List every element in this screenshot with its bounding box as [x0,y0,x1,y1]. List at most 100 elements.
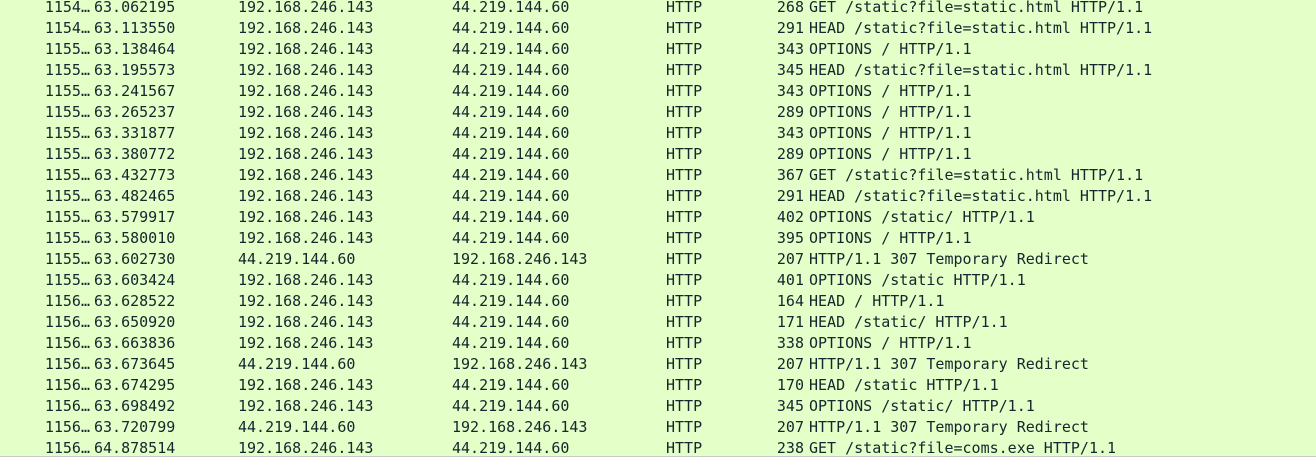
packet-row[interactable]: 1156… 63.663836 192.168.246.143 44.219.144.… [0,333,1316,354]
packet-row[interactable]: 1155… 63.603424 192.168.246.143 44.219.144.… [0,270,1316,291]
packet-row[interactable]: 1154… 63.113550 192.168.246.143 44.219.144.… [0,18,1316,39]
packet-list: 1154… 63.062195 192.168.246.143 44.219.144.… [0,0,1316,460]
packet-source: 192.168.246.143 [238,313,374,331]
packet-number: 1154… [44,0,90,16]
packet-number: 1156… [44,355,90,373]
packet-number: 1156… [44,397,90,415]
packet-row[interactable]: 1155… 63.482465 192.168.246.143 44.219.144.… [0,186,1316,207]
packet-info: GET /static?file=static.html HTTP/1.1 [809,0,1144,16]
packet-protocol: HTTP [666,0,703,16]
packet-length: 402 [776,208,804,226]
packet-source: 192.168.246.143 [238,166,374,184]
packet-info: HEAD /static?file=static.html HTTP/1.1 [809,19,1153,37]
packet-source: 44.219.144.60 [238,250,356,268]
packet-source: 192.168.246.143 [238,397,374,415]
packet-number: 1155… [44,250,90,268]
packet-number: 1155… [44,166,90,184]
packet-number: 1155… [44,145,90,163]
packet-row[interactable]: 1155… 63.331877 192.168.246.143 44.219.144.… [0,123,1316,144]
packet-protocol: HTTP [666,418,703,436]
packet-length: 343 [776,40,804,58]
packet-time: 63.673645 [94,355,176,373]
packet-row[interactable]: 1155… 63.432773 192.168.246.143 44.219.144.… [0,165,1316,186]
packet-number: 1155… [44,82,90,100]
packet-info: HEAD / HTTP/1.1 [809,292,945,310]
packet-row[interactable]: 1155… 63.602730 44.219.144.60 192.168.246.1… [0,249,1316,270]
packet-destination: 192.168.246.143 [452,418,588,436]
packet-info: OPTIONS / HTTP/1.1 [809,145,972,163]
packet-length: 343 [776,124,804,142]
packet-info: OPTIONS / HTTP/1.1 [809,229,972,247]
packet-row[interactable]: 1156… 63.720799 44.219.144.60 192.168.246.1… [0,417,1316,438]
packet-source: 192.168.246.143 [238,334,374,352]
packet-time: 63.650920 [94,313,176,331]
packet-length: 164 [776,292,804,310]
packet-destination: 44.219.144.60 [452,19,570,37]
packet-info: OPTIONS /static/ HTTP/1.1 [809,208,1035,226]
packet-row[interactable]: 1155… 63.380772 192.168.246.143 44.219.144.… [0,144,1316,165]
packet-destination: 44.219.144.60 [452,229,570,247]
packet-info: HTTP/1.1 307 Temporary Redirect [809,355,1089,373]
packet-length: 291 [776,19,804,37]
packet-info: OPTIONS /static HTTP/1.1 [809,271,1026,289]
packet-time: 63.113550 [94,19,176,37]
packet-row[interactable]: 1156… 63.673645 44.219.144.60 192.168.246.1… [0,354,1316,375]
packet-row[interactable]: 1155… 63.195573 192.168.246.143 44.219.144.… [0,60,1316,81]
packet-length: 289 [776,103,804,121]
packet-time: 63.720799 [94,418,176,436]
packet-time: 63.195573 [94,61,176,79]
packet-row[interactable]: 1156… 63.674295 192.168.246.143 44.219.144.… [0,375,1316,396]
packet-row[interactable]: 1155… 63.138464 192.168.246.143 44.219.144.… [0,39,1316,60]
packet-length: 207 [776,418,804,436]
packet-info: OPTIONS / HTTP/1.1 [809,40,972,58]
packet-source: 192.168.246.143 [238,19,374,37]
packet-destination: 192.168.246.143 [452,355,588,373]
packet-info: OPTIONS / HTTP/1.1 [809,82,972,100]
packet-number: 1156… [44,292,90,310]
packet-info: OPTIONS / HTTP/1.1 [809,103,972,121]
packet-destination: 44.219.144.60 [452,334,570,352]
packet-source: 192.168.246.143 [238,271,374,289]
packet-row[interactable]: 1156… 63.628522 192.168.246.143 44.219.144.… [0,291,1316,312]
packet-destination: 44.219.144.60 [452,124,570,142]
packet-destination: 44.219.144.60 [452,208,570,226]
packet-row[interactable]: 1155… 63.580010 192.168.246.143 44.219.144.… [0,228,1316,249]
packet-info: OPTIONS / HTTP/1.1 [809,334,972,352]
packet-number: 1156… [44,418,90,436]
packet-number: 1155… [44,61,90,79]
packet-row[interactable]: 1155… 63.241567 192.168.246.143 44.219.144.… [0,81,1316,102]
packet-protocol: HTTP [666,187,703,205]
packet-time: 63.663836 [94,334,176,352]
packet-row[interactable]: 1155… 63.265237 192.168.246.143 44.219.144.… [0,102,1316,123]
packet-source: 44.219.144.60 [238,418,356,436]
packet-destination: 192.168.246.143 [452,250,588,268]
packet-protocol: HTTP [666,397,703,415]
packet-protocol: HTTP [666,166,703,184]
packet-row[interactable]: 1155… 63.579917 192.168.246.143 44.219.144.… [0,207,1316,228]
packet-source: 44.219.144.60 [238,355,356,373]
packet-length: 401 [776,271,804,289]
packet-length: 291 [776,187,804,205]
packet-number: 1156… [44,313,90,331]
packet-length: 345 [776,397,804,415]
packet-time: 63.603424 [94,271,176,289]
packet-destination: 44.219.144.60 [452,313,570,331]
packet-number: 1155… [44,229,90,247]
packet-protocol: HTTP [666,229,703,247]
packet-info: HTTP/1.1 307 Temporary Redirect [809,418,1089,436]
packet-destination: 44.219.144.60 [452,61,570,79]
packet-protocol: HTTP [666,145,703,163]
packet-protocol: HTTP [666,292,703,310]
packet-row[interactable]: 1156… 63.650920 192.168.246.143 44.219.144.… [0,312,1316,333]
packet-time: 63.241567 [94,82,176,100]
packet-length: 171 [776,313,804,331]
packet-destination: 44.219.144.60 [452,82,570,100]
packet-info: HEAD /static HTTP/1.1 [809,376,999,394]
packet-source: 192.168.246.143 [238,0,374,16]
packet-source: 192.168.246.143 [238,40,374,58]
packet-time: 63.482465 [94,187,176,205]
packet-row[interactable]: 1156… 63.698492 192.168.246.143 44.219.144.… [0,396,1316,417]
packet-number: 1155… [44,187,90,205]
packet-row[interactable]: 1154… 63.062195 192.168.246.143 44.219.144.… [0,0,1316,18]
packet-source: 192.168.246.143 [238,187,374,205]
